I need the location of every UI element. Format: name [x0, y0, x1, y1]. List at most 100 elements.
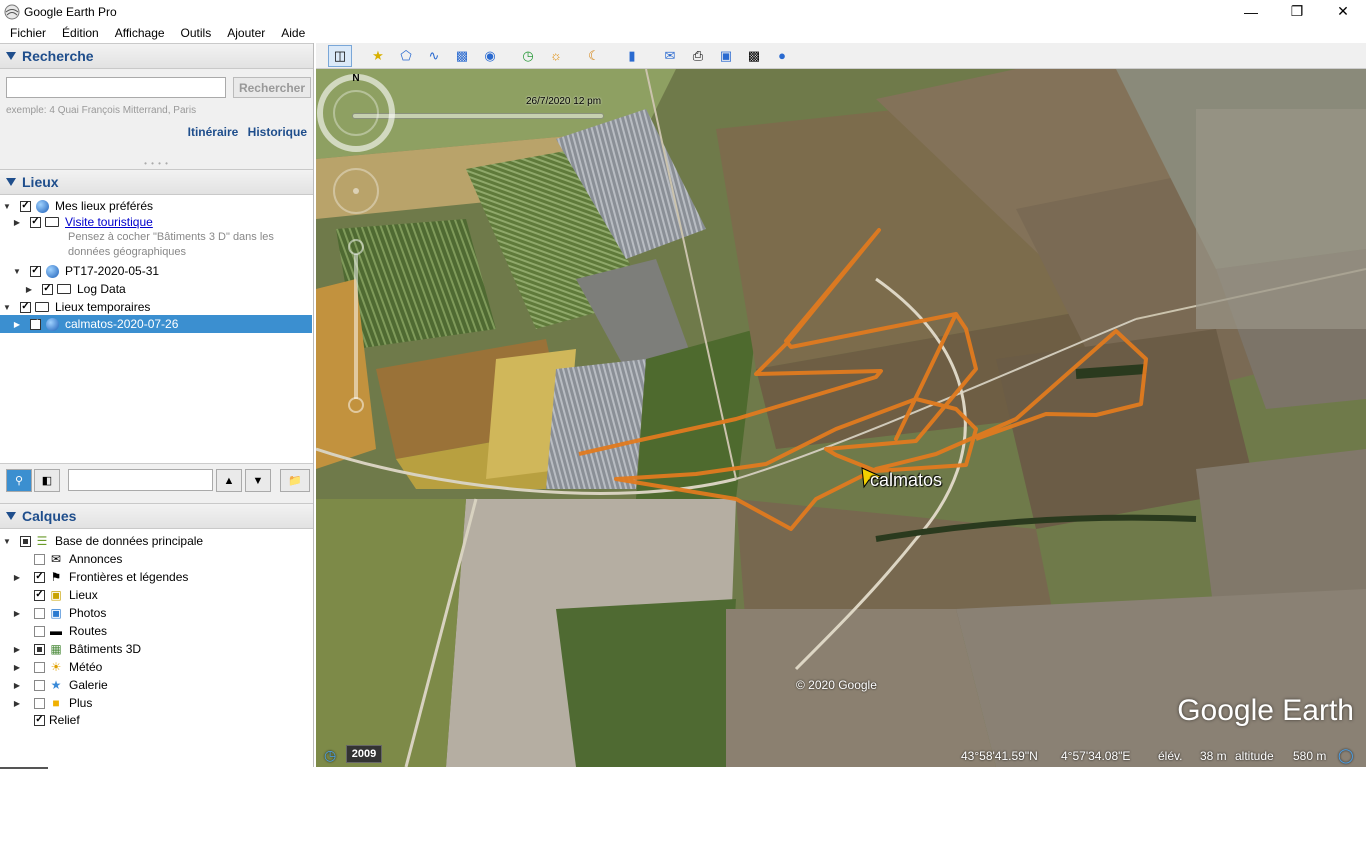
map-toolbar: ◫ ★ ⬠ ∿ ▩ ◉ ◷ ☼ ☾ ▮ ✉ ⎙ ▣ ▩ ●: [316, 43, 1366, 69]
checkbox[interactable]: ✓: [34, 589, 45, 601]
layers-section-header[interactable]: Calques: [0, 503, 313, 529]
tree-item-temp-places[interactable]: ▼ ✓ Lieux temporaires: [2, 298, 150, 316]
checkbox[interactable]: ✓: [20, 301, 31, 313]
layer-annonces[interactable]: ✉ Annonces: [22, 550, 122, 568]
folder-menu-button[interactable]: 📁: [280, 469, 310, 492]
compass-ring-icon[interactable]: [317, 74, 395, 152]
add-placemark-button[interactable]: ★: [366, 45, 390, 67]
tree-item-calmatos[interactable]: ▶ ✓ calmatos-2020-07-26: [0, 315, 312, 333]
map-view[interactable]: 26/7/2020 12 pm calmatos N N © 2020 Goog…: [316, 69, 1366, 767]
resize-grip[interactable]: • • • •: [0, 157, 313, 169]
historical-imagery-icon[interactable]: ◷: [516, 45, 540, 67]
expand-right-icon[interactable]: ▶: [12, 217, 22, 227]
checkbox[interactable]: ✓: [20, 200, 31, 212]
layer-routes[interactable]: ▬ Routes: [22, 622, 107, 640]
tree-item-pt17[interactable]: ▼ ✓ PT17-2020-05-31: [12, 262, 159, 280]
expand-right-icon[interactable]: ▶: [12, 608, 22, 618]
add-overlay-button[interactable]: ▩: [450, 45, 474, 67]
checkbox[interactable]: [34, 697, 45, 709]
search-section-header[interactable]: Recherche: [0, 43, 313, 69]
menu-outils[interactable]: Outils: [173, 26, 220, 40]
search-places-button[interactable]: ⚲: [6, 469, 32, 492]
layer-galerie[interactable]: ▶ ★ Galerie: [12, 676, 108, 694]
historical-imagery-status-icon[interactable]: ◷: [324, 747, 336, 764]
checkbox[interactable]: [34, 607, 45, 619]
close-button[interactable]: ✕: [1320, 0, 1366, 23]
expand-down-icon[interactable]: ▼: [12, 266, 22, 276]
expand-right-icon[interactable]: ▶: [12, 698, 22, 708]
checkbox[interactable]: ✓: [30, 318, 41, 330]
expand-right-icon[interactable]: ▶: [12, 572, 22, 582]
placemark-label[interactable]: calmatos: [870, 470, 942, 491]
checkbox[interactable]: ✓: [34, 571, 45, 583]
save-image-icon[interactable]: ▩: [742, 45, 766, 67]
expand-down-icon[interactable]: ▼: [2, 201, 12, 211]
checkbox[interactable]: [34, 679, 45, 691]
earth-gallery-icon[interactable]: ●: [770, 45, 794, 67]
view-in-maps-icon[interactable]: ▣: [714, 45, 738, 67]
places-filter-input[interactable]: [68, 469, 213, 491]
hide-sidebar-button[interactable]: ◫: [328, 44, 352, 67]
layer-batiments-3d[interactable]: ▶ ▦ Bâtiments 3D: [12, 640, 141, 658]
record-tour-button[interactable]: ◉: [478, 45, 502, 67]
expand-down-icon[interactable]: ▼: [2, 302, 12, 312]
layer-primary-db[interactable]: ▼ ☰ Base de données principale: [2, 532, 203, 550]
menu-edition[interactable]: Édition: [54, 26, 107, 40]
layer-label: Routes: [69, 624, 108, 638]
add-path-button[interactable]: ∿: [422, 45, 446, 67]
layer-photos[interactable]: ▶ ▣ Photos: [12, 604, 106, 622]
move-up-button[interactable]: ▲: [216, 469, 242, 492]
checkbox[interactable]: ✓: [30, 216, 41, 228]
altitude-value: 580 m: [1293, 749, 1327, 763]
move-down-button[interactable]: ▼: [245, 469, 271, 492]
ruler-icon[interactable]: ▮: [620, 45, 644, 67]
email-icon[interactable]: ✉: [658, 45, 682, 67]
layer-relief[interactable]: ✓ Relief: [22, 711, 80, 729]
history-link[interactable]: Historique: [248, 125, 307, 139]
menu-affichage[interactable]: Affichage: [107, 26, 173, 40]
checkbox[interactable]: ✓: [42, 283, 53, 295]
checkbox[interactable]: [34, 553, 45, 565]
directions-link[interactable]: Itinéraire: [188, 125, 239, 139]
layer-meteo[interactable]: ▶ ☀ Météo: [12, 658, 102, 676]
menu-ajouter[interactable]: Ajouter: [219, 26, 273, 40]
checkbox[interactable]: ✓: [30, 265, 41, 277]
navigation-controls[interactable]: N: [316, 69, 396, 429]
expand-down-icon[interactable]: ▼: [2, 536, 12, 546]
expand-right-icon[interactable]: ▶: [12, 644, 22, 654]
maximize-button[interactable]: ❐: [1274, 0, 1320, 23]
folder-icon: [45, 215, 59, 229]
expand-right-icon[interactable]: ▶: [12, 662, 22, 672]
expand-right-icon[interactable]: ▶: [12, 680, 22, 690]
layer-plus[interactable]: ▶ ■ Plus: [12, 694, 92, 712]
tree-item-log-data[interactable]: ▶ ✓ Log Data: [24, 280, 126, 298]
zoom-out-icon[interactable]: [348, 397, 364, 413]
minimize-button[interactable]: —: [1228, 0, 1274, 23]
expand-right-icon[interactable]: ▶: [24, 284, 34, 294]
expand-right-icon[interactable]: ▶: [12, 319, 22, 329]
checkbox[interactable]: ✓: [34, 714, 45, 726]
tree-item-label: Lieux temporaires: [55, 300, 151, 314]
add-polygon-button[interactable]: ⬠: [394, 45, 418, 67]
tree-item-label[interactable]: Visite touristique: [65, 215, 153, 229]
sidebar-toggle-button[interactable]: ◧: [34, 469, 60, 492]
layer-frontieres[interactable]: ▶ ✓ ⚑ Frontières et légendes: [12, 568, 188, 586]
zoom-in-icon[interactable]: [348, 239, 364, 255]
places-section-header[interactable]: Lieux: [0, 169, 313, 195]
planet-switch-icon[interactable]: ☾: [582, 45, 606, 67]
envelope-icon: ✉: [50, 552, 62, 566]
checkbox[interactable]: [34, 643, 45, 655]
search-button[interactable]: Rechercher: [233, 77, 311, 98]
search-hint: exemple: 4 Quai François Mitterrand, Par…: [6, 105, 197, 116]
search-input[interactable]: [6, 77, 226, 98]
checkbox[interactable]: [20, 535, 31, 547]
checkbox[interactable]: [34, 625, 45, 637]
look-joystick-icon[interactable]: [333, 90, 379, 136]
layer-lieux[interactable]: ✓ ▣ Lieux: [22, 586, 98, 604]
sunlight-icon[interactable]: ☼: [544, 45, 568, 67]
print-icon[interactable]: ⎙: [686, 45, 710, 67]
checkbox[interactable]: [34, 661, 45, 673]
longitude: 4°57'34.08"E: [1061, 749, 1131, 763]
menu-aide[interactable]: Aide: [273, 26, 313, 40]
menu-fichier[interactable]: Fichier: [2, 26, 54, 40]
